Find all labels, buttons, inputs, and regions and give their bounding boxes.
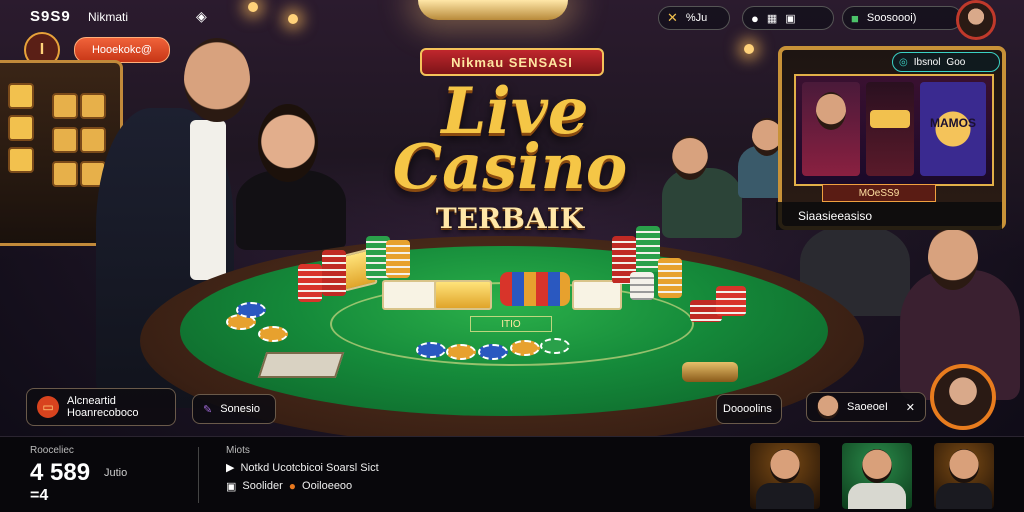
chip-stack[interactable] bbox=[716, 286, 746, 316]
user-avatar[interactable] bbox=[956, 0, 996, 40]
casino-banner: S9S9 Nikmati ◈ ✕ %Ju ● ▦ ▣ ■ Soosoooi) I… bbox=[0, 0, 1024, 512]
machine-card-text: MAMOS bbox=[930, 116, 976, 130]
brand-logo[interactable]: S9S9 bbox=[30, 8, 71, 25]
promo-callout-line2: Hoanrecoboco bbox=[67, 407, 139, 419]
playing-card[interactable] bbox=[382, 280, 440, 310]
close-icon[interactable]: ✕ bbox=[906, 401, 915, 414]
deposit-callout-label: Doooolins bbox=[723, 403, 772, 415]
promo-callout[interactable]: ▭ Alcneartid Hoanrecoboco bbox=[26, 388, 176, 426]
coin-icon: ● bbox=[288, 479, 297, 493]
machine-bar: MOeSS9 bbox=[822, 184, 936, 202]
chip-stack[interactable] bbox=[658, 258, 682, 298]
machine-status-value: Goo bbox=[946, 56, 966, 68]
slot-reel bbox=[8, 115, 34, 141]
session-callout[interactable]: ✎ Sonesio bbox=[192, 394, 276, 424]
stats-secondary: =4 bbox=[30, 487, 49, 504]
table-felt-label: ITIO bbox=[470, 316, 552, 332]
poker-chip[interactable] bbox=[446, 344, 476, 360]
poker-chip[interactable] bbox=[236, 302, 266, 318]
slot-reel bbox=[52, 161, 78, 187]
balance-pill[interactable]: ■ Soosoooi) bbox=[842, 6, 962, 30]
hero-title: Nikmau SENSASI Live Casino TERBAIK bbox=[360, 30, 660, 250]
title-banner: Nikmau SENSASI bbox=[420, 48, 604, 76]
machine-status-label: Ibsnol bbox=[913, 56, 941, 68]
shield-icon[interactable]: ◈ bbox=[196, 8, 212, 24]
slot-reel bbox=[80, 93, 106, 119]
live-host-avatar[interactable] bbox=[930, 364, 996, 430]
player-avatar bbox=[817, 395, 839, 419]
promo-callout-line1: Alcneartid bbox=[67, 395, 116, 407]
slot-machine-right[interactable]: ◎ Ibsnol Goo MAMOS MOeSS9 Siaasieeasiso bbox=[776, 46, 1006, 230]
player-callout[interactable]: SaoeoeI ✕ bbox=[806, 392, 926, 422]
poker-chip[interactable] bbox=[258, 326, 288, 342]
chip-stack[interactable] bbox=[636, 226, 660, 272]
info-row-text: Ooiloeeoo bbox=[302, 480, 353, 492]
deposit-callout[interactable]: Doooolins bbox=[716, 394, 782, 424]
chip-stack[interactable] bbox=[630, 272, 654, 300]
chat-icon: ● bbox=[751, 10, 759, 26]
title-terbaik: TERBAIK bbox=[435, 202, 585, 235]
slot-reel bbox=[8, 83, 34, 109]
info-label: Miots bbox=[226, 445, 250, 456]
divider bbox=[198, 447, 199, 503]
machine-status: ◎ Ibsnol Goo bbox=[892, 52, 1000, 72]
info-row-text: Notkd Ucotcbicoi Soarsl Sict bbox=[240, 461, 379, 474]
chip-stack[interactable] bbox=[322, 250, 346, 296]
machine-card-jackpot bbox=[866, 82, 914, 176]
player-callout-label: SaoeoeI bbox=[847, 401, 888, 413]
playing-card[interactable] bbox=[434, 280, 492, 310]
bank-icon: ▭ bbox=[37, 396, 59, 418]
pen-icon: ✎ bbox=[203, 403, 213, 416]
poker-chip[interactable] bbox=[510, 340, 540, 356]
machine-card-person bbox=[802, 82, 860, 176]
session-callout-label: Sonesio bbox=[220, 403, 260, 415]
ceiling-lamp bbox=[744, 44, 754, 54]
machine-caption: Siaasieeasiso bbox=[776, 202, 1002, 230]
poker-chip[interactable] bbox=[540, 338, 570, 354]
slot-reel bbox=[8, 147, 34, 173]
info-row[interactable]: ▣ Soolider ● Ooiloeeoo bbox=[226, 479, 352, 493]
table-brass-handle bbox=[682, 362, 738, 382]
icon-pill[interactable]: ● ▦ ▣ bbox=[742, 6, 834, 30]
crossed-tools-icon: ✕ bbox=[667, 10, 678, 25]
title-casino: Casino bbox=[392, 130, 628, 203]
stats-unit: Jutio bbox=[104, 467, 128, 479]
brand-tagline: Nikmati bbox=[88, 10, 129, 24]
slot-reel bbox=[80, 127, 106, 153]
poker-chip[interactable] bbox=[478, 344, 508, 360]
info-row[interactable]: ▶ Notkd Ucotcbicoi Soarsl Sict bbox=[226, 461, 379, 475]
host-thumbnail[interactable] bbox=[934, 443, 994, 509]
host-thumbnail[interactable] bbox=[842, 443, 912, 509]
check-circle-icon: ◎ bbox=[899, 56, 908, 68]
slot-reel bbox=[52, 93, 78, 119]
grid-icon: ▦ bbox=[766, 12, 778, 25]
chip-pile[interactable] bbox=[500, 272, 570, 306]
stats-label: Rooceliec bbox=[30, 445, 74, 456]
tools-pill-label: %Ju bbox=[685, 12, 708, 24]
playing-card[interactable] bbox=[572, 280, 622, 310]
lock-icon: ▣ bbox=[226, 480, 237, 493]
slot-reel bbox=[52, 127, 78, 153]
machine-screen: MAMOS bbox=[794, 74, 994, 186]
wallet-icon: ■ bbox=[851, 10, 859, 26]
calendar-icon: ▣ bbox=[785, 12, 796, 25]
machine-card-logo: MAMOS bbox=[920, 82, 986, 176]
balance-pill-label: Soosoooi) bbox=[866, 12, 917, 24]
poker-chip[interactable] bbox=[416, 342, 446, 358]
promo-badge-letter: I bbox=[39, 41, 45, 58]
stats-value: 4 589 bbox=[30, 459, 91, 486]
host-thumbnail[interactable] bbox=[750, 443, 820, 509]
dealer-shoe bbox=[257, 352, 345, 378]
bottom-panel: Rooceliec 4 589 Jutio =4 Miots ▶ Notkd U… bbox=[0, 436, 1024, 512]
info-row-text: Soolider bbox=[242, 480, 283, 492]
chip-stack[interactable] bbox=[298, 264, 322, 302]
tools-pill[interactable]: ✕ %Ju bbox=[658, 6, 730, 30]
chip-stack[interactable] bbox=[386, 240, 410, 278]
play-icon: ▶ bbox=[226, 462, 235, 474]
